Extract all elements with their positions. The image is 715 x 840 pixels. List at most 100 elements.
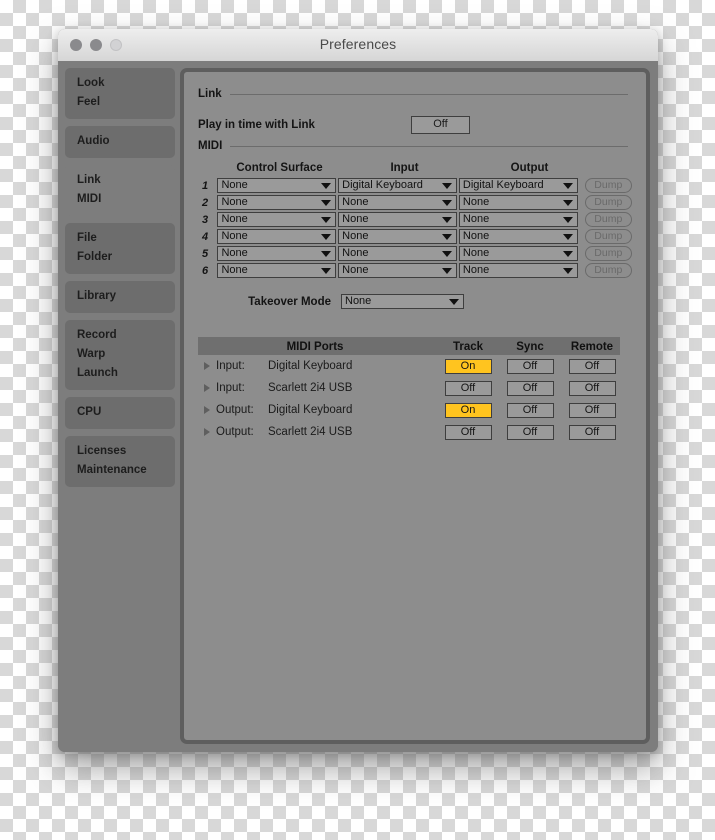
remote-toggle-2[interactable]: Off: [568, 380, 616, 396]
sidebar-item-warp[interactable]: Warp: [65, 345, 175, 364]
chevron-down-icon: [441, 217, 452, 223]
chevron-down-icon: [441, 183, 452, 189]
track-toggle-1[interactable]: On: [444, 358, 492, 374]
sidebar-item-licenses[interactable]: Licenses: [65, 442, 175, 461]
control-surface-dropdown-5[interactable]: None: [217, 246, 337, 261]
midi-output-dropdown-1[interactable]: Digital Keyboard: [458, 178, 578, 193]
remote-toggle-1[interactable]: Off: [568, 358, 616, 374]
midi-input-dropdown-1[interactable]: Digital Keyboard: [338, 178, 457, 193]
sidebar-item-look[interactable]: Look: [65, 74, 175, 93]
sidebar-item-folder[interactable]: Folder: [65, 248, 175, 267]
midi-mapping-row: 6 None None None Dump: [198, 263, 632, 278]
sidebar-group-library[interactable]: Library: [65, 281, 175, 313]
sidebar-item-link[interactable]: Link: [65, 171, 175, 190]
play-in-time-toggle[interactable]: Off: [411, 116, 470, 134]
midi-output-dropdown-3[interactable]: None: [458, 212, 578, 227]
dump-button-3[interactable]: Dump: [584, 212, 632, 227]
sidebar-item-record[interactable]: Record: [65, 326, 175, 345]
preferences-window: Preferences Look Feel Audio Link MIDI File Fol…: [58, 29, 658, 752]
triangle-right-icon: [204, 406, 210, 414]
sidebar-item-launch[interactable]: Launch: [65, 364, 175, 383]
dump-button-2[interactable]: Dump: [584, 195, 632, 210]
column-header-sync: Sync: [516, 340, 544, 353]
sidebar-group-record-warp-launch[interactable]: Record Warp Launch: [65, 320, 175, 390]
midi-port-direction: Output:: [216, 426, 254, 438]
sidebar-group-cpu[interactable]: CPU: [65, 397, 175, 429]
expand-triangle-icon[interactable]: [198, 423, 216, 441]
control-surface-dropdown-4[interactable]: None: [217, 229, 337, 244]
sidebar-group-audio[interactable]: Audio: [65, 126, 175, 158]
chevron-down-icon: [449, 299, 459, 305]
dump-button-6[interactable]: Dump: [584, 263, 632, 278]
dump-button-5[interactable]: Dump: [584, 246, 632, 261]
track-toggle-2[interactable]: Off: [444, 380, 492, 396]
sync-toggle-1[interactable]: Off: [506, 358, 554, 374]
midi-input-dropdown-4[interactable]: None: [338, 229, 457, 244]
dump-button-1[interactable]: Dump: [584, 178, 632, 193]
track-toggle-4[interactable]: Off: [444, 424, 492, 440]
midi-port-name: Digital Keyboard: [268, 360, 353, 372]
midi-section-title: MIDI: [198, 140, 223, 152]
chevron-down-icon: [562, 251, 573, 257]
track-toggle-3[interactable]: On: [444, 402, 492, 418]
sidebar-item-file[interactable]: File: [65, 229, 175, 248]
control-surface-dropdown-3[interactable]: None: [217, 212, 337, 227]
takeover-mode-dropdown[interactable]: None: [341, 294, 464, 309]
chevron-down-icon: [562, 200, 573, 206]
sidebar-item-midi[interactable]: MIDI: [65, 190, 175, 209]
control-surface-dropdown-1[interactable]: None: [217, 178, 337, 193]
remote-toggle-3[interactable]: Off: [568, 402, 616, 418]
midi-input-dropdown-5[interactable]: None: [338, 246, 457, 261]
midi-port-name: Scarlett 2i4 USB: [268, 426, 353, 438]
midi-output-dropdown-4-value: None: [462, 230, 490, 242]
midi-input-dropdown-3[interactable]: None: [338, 212, 457, 227]
midi-row-number: 1: [202, 179, 209, 192]
midi-port-row: Output: Scarlett 2i4 USB Off Off Off: [198, 421, 620, 443]
control-surface-dropdown-6[interactable]: None: [217, 263, 337, 278]
sidebar-group-licenses-maintenance[interactable]: Licenses Maintenance: [65, 436, 175, 487]
midi-input-dropdown-6[interactable]: None: [338, 263, 457, 278]
sidebar-group-look-feel[interactable]: Look Feel: [65, 68, 175, 119]
expand-triangle-icon[interactable]: [198, 379, 216, 397]
sidebar-item-library[interactable]: Library: [65, 287, 175, 306]
control-surface-dropdown-2-value: None: [221, 196, 248, 208]
chevron-down-icon: [441, 234, 452, 240]
expand-triangle-icon[interactable]: [198, 357, 216, 375]
midi-ports-table: MIDI Ports Track Sync Remote Input: Digit…: [198, 337, 620, 443]
preferences-sidebar: Look Feel Audio Link MIDI File Folder Library Re…: [65, 68, 175, 494]
midi-output-dropdown-2[interactable]: None: [458, 195, 578, 210]
midi-ports-header-row: MIDI Ports Track Sync Remote: [198, 338, 620, 355]
midi-input-dropdown-1-value: Digital Keyboard: [342, 179, 423, 191]
expand-triangle-icon[interactable]: [198, 401, 216, 419]
midi-input-dropdown-2[interactable]: None: [338, 195, 457, 210]
midi-mapping-grid: Control Surface Input Output 1 None Digita…: [198, 162, 632, 309]
midi-port-direction: Output:: [216, 404, 254, 416]
sidebar-group-file-folder[interactable]: File Folder: [65, 223, 175, 274]
window-body: Look Feel Audio Link MIDI File Folder Library Re…: [58, 61, 658, 752]
sidebar-item-cpu[interactable]: CPU: [65, 403, 175, 422]
sidebar-item-maintenance[interactable]: Maintenance: [65, 461, 175, 480]
remote-toggle-4[interactable]: Off: [568, 424, 616, 440]
midi-row-number: 2: [202, 196, 209, 209]
midi-port-row: Input: Scarlett 2i4 USB Off Off Off: [198, 377, 620, 399]
control-surface-dropdown-2[interactable]: None: [217, 195, 337, 210]
midi-output-dropdown-5[interactable]: None: [458, 246, 578, 261]
sidebar-item-feel[interactable]: Feel: [65, 93, 175, 112]
chevron-down-icon: [321, 268, 332, 274]
sync-cell: Off: [502, 358, 558, 374]
midi-port-direction: Input:: [216, 382, 245, 394]
remote-cell: Off: [564, 380, 620, 396]
sync-toggle-4[interactable]: Off: [506, 424, 554, 440]
link-section-title: Link: [198, 88, 222, 100]
midi-output-dropdown-6[interactable]: None: [458, 263, 578, 278]
sync-toggle-3[interactable]: Off: [506, 402, 554, 418]
midi-output-dropdown-4[interactable]: None: [458, 229, 578, 244]
sync-toggle-2[interactable]: Off: [506, 380, 554, 396]
dump-button-4[interactable]: Dump: [584, 229, 632, 244]
takeover-mode-value: None: [345, 295, 372, 307]
sidebar-item-audio[interactable]: Audio: [65, 132, 175, 151]
window-title: Preferences: [319, 36, 397, 52]
midi-port-name: Scarlett 2i4 USB: [268, 382, 353, 394]
sidebar-group-link-midi[interactable]: Link MIDI: [65, 165, 175, 216]
midi-mapping-row: 4 None None None Dump: [198, 229, 632, 244]
